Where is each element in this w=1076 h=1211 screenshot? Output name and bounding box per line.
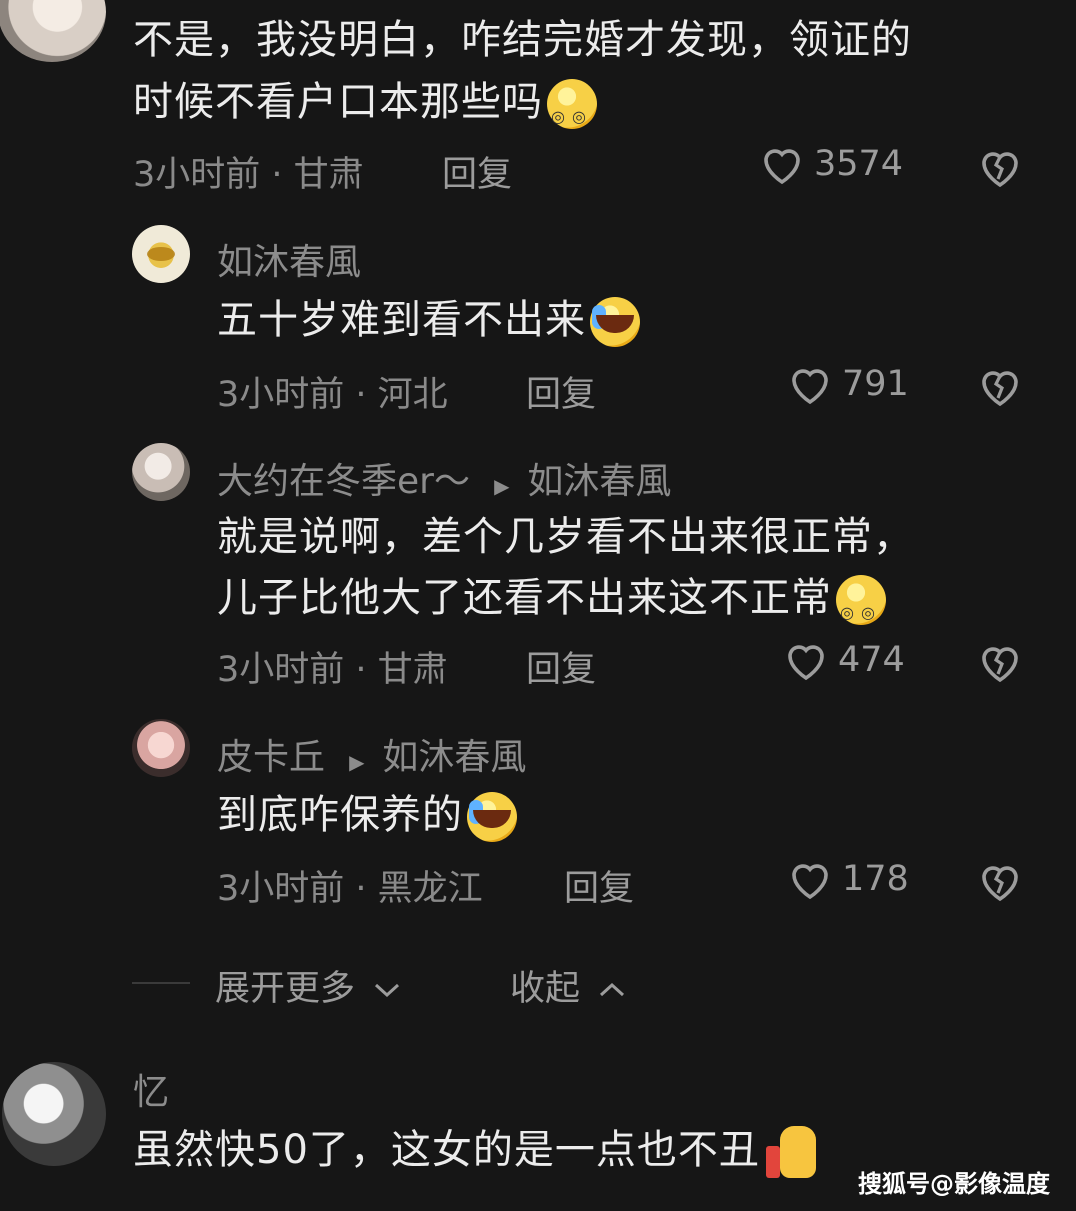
reply-arrow-icon: ▶ — [336, 750, 371, 774]
username[interactable]: 忆 — [133, 1063, 169, 1115]
chevron-down-icon — [375, 983, 400, 998]
comment-text: 就是说啊，差个几岁看不出来很正常， — [217, 514, 914, 560]
thumbs-up-emoji — [765, 1124, 818, 1180]
avatar[interactable] — [132, 719, 190, 777]
comment-text: 虽然快50了，这女的是一点也不丑 — [133, 1120, 818, 1180]
reply-button[interactable]: 回复 — [564, 860, 634, 911]
reply-header: 大约在冬季er～ ▶ 如沐春風 — [217, 452, 671, 504]
like-button[interactable]: 474 — [782, 638, 905, 682]
expand-more-button[interactable]: 展开更多 — [215, 960, 402, 1011]
like-count: 3574 — [814, 144, 904, 184]
comment-text: 不是，我没明白，咋结完婚才发现，领证的 — [133, 17, 912, 63]
reply-button[interactable]: 回复 — [526, 641, 596, 692]
collapse-button[interactable]: 收起 — [510, 960, 627, 1011]
like-count: 474 — [838, 640, 905, 680]
like-button[interactable]: 3574 — [758, 142, 903, 186]
divider — [132, 982, 190, 984]
broken-heart-icon[interactable] — [976, 640, 1024, 684]
comment-text: 五十岁难到看不出来 — [217, 290, 640, 350]
comment-meta: 3小时前 · 甘肃 — [133, 155, 364, 195]
avatar[interactable] — [132, 443, 190, 501]
reply-header: 皮卡丘 ▶ 如沐春風 — [217, 728, 526, 780]
like-count: 791 — [842, 364, 909, 404]
like-button[interactable]: 791 — [786, 362, 909, 406]
dizzy-face-emoji — [836, 575, 886, 643]
laughing-crying-emoji — [590, 297, 640, 347]
chevron-up-icon — [600, 982, 625, 997]
comment-meta: 3小时前 · 河北 — [217, 375, 448, 415]
like-count: 178 — [842, 859, 909, 899]
like-button[interactable]: 178 — [786, 857, 909, 901]
avatar[interactable] — [0, 0, 106, 62]
laughing-crying-emoji — [467, 792, 517, 842]
dizzy-face-emoji — [547, 79, 597, 147]
reply-button[interactable]: 回复 — [526, 366, 596, 417]
reply-to-username[interactable]: 如沐春風 — [527, 461, 671, 502]
reply-arrow-icon: ▶ — [481, 474, 516, 498]
username[interactable]: 皮卡丘 — [217, 737, 325, 778]
comment-text: 到底咋保养的 — [217, 785, 517, 845]
broken-heart-icon[interactable] — [976, 145, 1024, 189]
avatar[interactable] — [132, 225, 190, 283]
reply-button[interactable]: 回复 — [442, 146, 512, 197]
broken-heart-icon[interactable] — [976, 364, 1024, 408]
broken-heart-icon[interactable] — [976, 859, 1024, 903]
heart-icon — [792, 369, 828, 405]
heart-icon — [788, 645, 824, 681]
watermark: 搜狐号@影像温度 — [858, 1170, 1050, 1198]
comment-text: 时候不看户口本那些吗 — [133, 72, 597, 147]
comment-meta: 3小时前 · 甘肃 — [217, 650, 448, 690]
heart-icon — [764, 149, 800, 185]
avatar[interactable] — [2, 1062, 106, 1166]
heart-icon — [792, 864, 828, 900]
reply-to-username[interactable]: 如沐春風 — [382, 737, 526, 778]
comment-text: 儿子比他大了还看不出来这不正常 — [217, 568, 886, 643]
comment-meta: 3小时前 · 黑龙江 — [217, 869, 483, 909]
username[interactable]: 大约在冬季er～ — [217, 461, 470, 502]
username[interactable]: 如沐春風 — [217, 233, 361, 285]
